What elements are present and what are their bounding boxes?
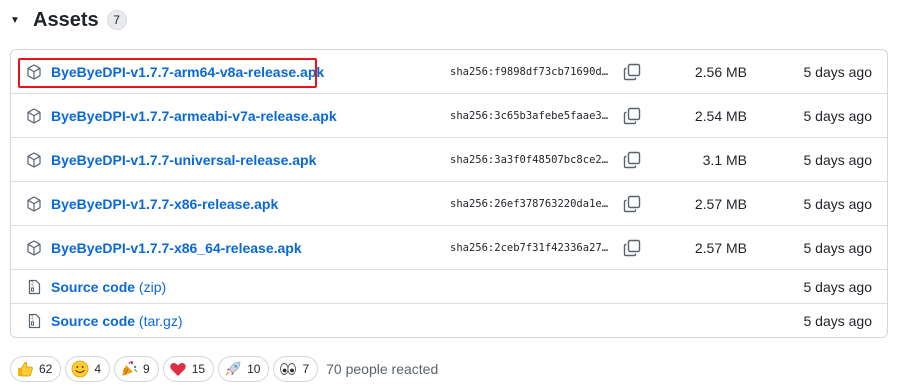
heart-icon [170,362,186,376]
asset-row: ByeByeDPI-v1.7.7-armeabi-v7a-release.apk… [11,94,887,138]
eyes-icon [280,363,297,375]
copy-icon[interactable] [623,195,641,213]
reacted-summary[interactable]: 70 people reacted [326,361,438,377]
asset-row: ByeByeDPI-v1.7.7-x86_64-release.apk sha2… [11,226,887,270]
source-time: 5 days ago [803,312,873,329]
file-zip-icon [28,313,41,328]
source-label: Source code [51,312,136,329]
reaction-count: 4 [94,362,102,376]
copy-icon[interactable] [623,63,641,81]
reaction-heart[interactable]: 15 [162,356,215,382]
thumbs-up-icon [18,362,33,377]
assets-header[interactable]: ▼ Assets 7 [10,6,127,34]
source-ext: (tar.gz) [138,312,183,329]
asset-link[interactable]: ByeByeDPI-v1.7.7-universal-release.apk [51,152,316,168]
collapse-toggle-icon[interactable]: ▼ [10,15,24,26]
asset-time: 5 days ago [803,239,873,256]
asset-time: 5 days ago [803,107,873,124]
asset-size: 2.56 MB [694,63,747,80]
assets-title: Assets [33,8,99,31]
source-code-zip-link[interactable]: Source code (zip) [51,279,166,295]
source-row: Source code (zip) 5 days ago [11,270,887,304]
reaction-hooray[interactable]: 9 [114,356,159,382]
source-ext: (zip) [138,278,167,295]
reaction-count: 7 [302,362,310,376]
copy-icon[interactable] [623,151,641,169]
package-icon [27,239,41,256]
asset-link[interactable]: ByeByeDPI-v1.7.7-armeabi-v7a-release.apk [51,108,337,124]
package-icon [27,107,41,124]
highlight-box [18,58,317,88]
reaction-count: 62 [39,362,53,376]
reaction-count: 10 [247,362,261,376]
file-zip-icon [28,279,41,294]
asset-sha: sha256:2ceb7f31f42336a27… [450,241,609,254]
source-label: Source code [51,278,136,295]
asset-link[interactable]: ByeByeDPI-v1.7.7-x86_64-release.apk [51,240,302,256]
assets-list: ByeByeDPI-v1.7.7-arm64-v8a-release.apk s… [10,49,888,338]
asset-sha: sha256:3c65b3afebe5faae3… [450,109,609,122]
asset-size: 2.57 MB [694,239,747,256]
rocket-icon [226,361,241,376]
reaction-rocket[interactable]: 10 [218,356,270,382]
asset-size: 3.1 MB [702,151,747,168]
package-icon [27,151,41,168]
source-row: Source code (tar.gz) 5 days ago [11,304,887,337]
asset-sha: sha256:f9898df73cb71690d… [450,65,609,78]
asset-row: ByeByeDPI-v1.7.7-universal-release.apk s… [11,138,887,182]
copy-icon[interactable] [623,107,641,125]
source-time: 5 days ago [803,278,873,295]
smile-icon [71,360,89,378]
reaction-smile[interactable]: 4 [65,356,111,382]
assets-count-badge: 7 [106,10,127,30]
asset-time: 5 days ago [803,195,873,212]
reaction-count: 9 [143,362,150,376]
asset-row: ByeByeDPI-v1.7.7-arm64-v8a-release.apk s… [11,50,887,94]
source-code-targz-link[interactable]: Source code (tar.gz) [51,313,183,329]
asset-size: 2.54 MB [694,107,747,124]
asset-row: ByeByeDPI-v1.7.7-x86-release.apk sha256:… [11,182,887,226]
asset-sha: sha256:3a3f0f48507bc8ce2… [450,153,609,166]
reactions-bar: 62 4 9 15 10 7 70 people reacted [10,356,438,382]
reaction-eyes[interactable]: 7 [273,356,319,382]
asset-sha: sha256:26ef378763220da1e… [450,197,609,210]
asset-time: 5 days ago [803,151,873,168]
asset-link[interactable]: ByeByeDPI-v1.7.7-x86-release.apk [51,196,278,212]
party-popper-icon [122,361,138,376]
reaction-count: 15 [191,362,206,376]
package-icon [27,195,41,212]
copy-icon[interactable] [623,239,641,257]
reaction-thumbs-up[interactable]: 62 [10,356,62,382]
asset-size: 2.57 MB [694,195,747,212]
asset-time: 5 days ago [803,63,873,80]
